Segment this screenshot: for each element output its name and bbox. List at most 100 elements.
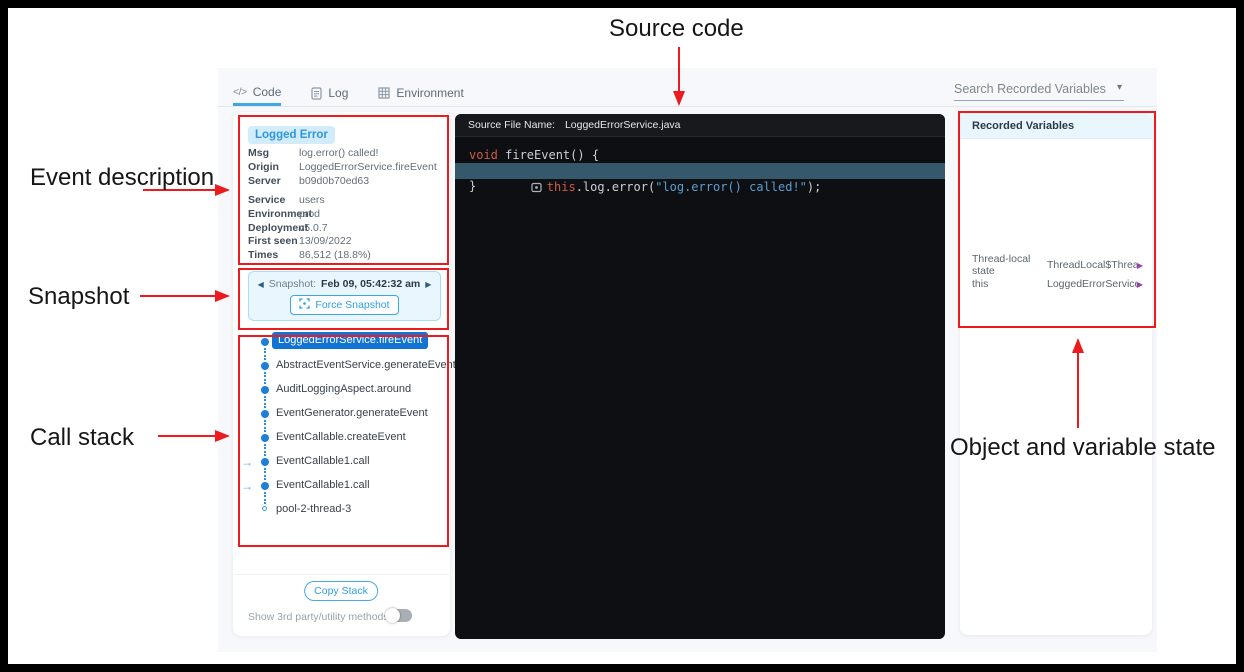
event-row-value: 13/09/2022 bbox=[299, 235, 352, 247]
variable-name: this bbox=[972, 278, 1047, 290]
stack-dot-icon bbox=[261, 362, 269, 370]
variable-type: ThreadLocal$ThreadL... bbox=[1047, 259, 1137, 271]
recorded-variables-panel: Recorded Variables Thread-local state Th… bbox=[960, 114, 1152, 635]
code-line-2-highlighted[interactable]: this.log.error("log.error() called!"); bbox=[455, 163, 945, 179]
snapshot-timestamp: Feb 09, 05:42:32 am bbox=[321, 278, 420, 290]
thread-dot-icon bbox=[262, 506, 267, 511]
stack-frame-label: EventCallable1.call bbox=[276, 455, 370, 467]
tab-code[interactable]: </> Code bbox=[233, 80, 281, 106]
variable-row-thread-local[interactable]: Thread-local state ThreadLocal$ThreadL..… bbox=[960, 256, 1152, 274]
grid-icon bbox=[378, 87, 390, 99]
stack-frame-label: EventGenerator.generateEvent bbox=[276, 407, 428, 419]
event-service-rows: Service users Environment prod Deploymen… bbox=[248, 193, 443, 235]
event-row-value: LoggedErrorService.fireEvent bbox=[299, 161, 437, 173]
force-snapshot-icon bbox=[299, 298, 310, 312]
source-code-area: void fireEvent() { this.log.error("log.e… bbox=[455, 137, 945, 194]
event-row-label: Origin bbox=[248, 161, 299, 173]
annotation-source-code: Source code bbox=[609, 13, 744, 45]
event-stats-rows: First seen 13/09/2022 Times 86,512 (18.8… bbox=[248, 234, 443, 262]
code-icon: </> bbox=[233, 86, 247, 98]
stack-frame-label: EventCallable1.call bbox=[276, 479, 370, 491]
variable-name: Thread-local state bbox=[972, 253, 1047, 277]
variable-row-this[interactable]: this LoggedErrorService ▶ bbox=[960, 275, 1152, 293]
stack-frame[interactable]: AbstractEventService.generateEvent bbox=[240, 358, 446, 375]
annotation-event-description: Event description bbox=[30, 162, 230, 194]
annotation-snapshot: Snapshot bbox=[28, 281, 129, 313]
next-snapshot-icon[interactable]: ▶ bbox=[425, 280, 431, 289]
event-row-value: prod bbox=[299, 208, 320, 220]
stack-frame-label: EventCallable.createEvent bbox=[276, 431, 406, 443]
toggle-knob bbox=[385, 608, 400, 623]
tab-log[interactable]: Log bbox=[311, 80, 348, 106]
stack-frame-thread[interactable]: pool-2-thread-3 bbox=[240, 502, 446, 519]
event-type-badge: Logged Error bbox=[248, 126, 335, 144]
stack-frame[interactable]: AuditLoggingAspect.around bbox=[240, 382, 446, 399]
tab-log-label: Log bbox=[328, 86, 348, 100]
event-row-times: Times 86,512 (18.8%) bbox=[248, 248, 443, 262]
snapshot-nav-line: ◀ Snapshot: Feb 09, 05:42:32 am ▶ bbox=[249, 278, 440, 290]
expand-arrow-icon[interactable]: ▶ bbox=[1137, 261, 1143, 270]
snapshot-gutter-icon[interactable] bbox=[459, 165, 542, 213]
event-row-first-seen: First seen 13/09/2022 bbox=[248, 234, 443, 248]
copy-stack-button[interactable]: Copy Stack bbox=[304, 581, 378, 601]
event-row-value: 86,512 (18.8%) bbox=[299, 249, 371, 261]
panel-divider bbox=[234, 574, 449, 575]
event-row-value: log.error() called! bbox=[299, 147, 378, 159]
stack-frame-label: AbstractEventService.generateEvent bbox=[276, 359, 456, 371]
code-line-1: void fireEvent() { bbox=[455, 148, 945, 163]
event-identity-rows: Msg log.error() called! Origin LoggedErr… bbox=[248, 146, 443, 188]
event-row-environment: Environment prod bbox=[248, 207, 443, 221]
event-row-label: Server bbox=[248, 175, 299, 187]
stack-frame-label: LoggedErrorService.fireEvent bbox=[272, 332, 428, 349]
show-3rd-party-label: Show 3rd party/utility methods bbox=[248, 611, 389, 623]
stack-dot-icon bbox=[261, 338, 269, 346]
event-row-label: Service bbox=[248, 194, 299, 206]
event-row-label: Msg bbox=[248, 147, 299, 159]
prev-snapshot-icon[interactable]: ◀ bbox=[258, 280, 264, 289]
stack-dot-icon bbox=[261, 410, 269, 418]
tab-environment-label: Environment bbox=[396, 86, 463, 100]
stack-frame[interactable]: EventGenerator.generateEvent bbox=[240, 406, 446, 423]
force-snapshot-label: Force Snapshot bbox=[315, 299, 389, 311]
search-recorded-variables-select[interactable]: Search Recorded Variables ▾ bbox=[954, 82, 1124, 101]
event-row-label: Environment bbox=[248, 208, 299, 220]
event-row-msg: Msg log.error() called! bbox=[248, 146, 443, 160]
show-3rd-party-toggle[interactable] bbox=[386, 609, 412, 622]
expand-arrow-icon[interactable]: ▶ bbox=[1137, 280, 1143, 289]
stack-dot-icon bbox=[261, 458, 269, 466]
event-row-label: First seen bbox=[248, 235, 299, 247]
force-snapshot-button[interactable]: Force Snapshot bbox=[290, 295, 398, 315]
stack-dot-icon bbox=[261, 434, 269, 442]
stack-frame[interactable]: → EventCallable1.call bbox=[240, 454, 446, 471]
variable-type: LoggedErrorService bbox=[1047, 278, 1137, 290]
event-row-label: Times bbox=[248, 249, 299, 261]
event-row-value: users bbox=[299, 194, 325, 206]
code-editor: Source File Name: LoggedErrorService.jav… bbox=[455, 114, 945, 639]
stack-frame-current[interactable]: LoggedErrorService.fireEvent bbox=[240, 334, 446, 351]
document-icon bbox=[311, 87, 322, 100]
event-row-value: b09d0b70ed63 bbox=[299, 175, 369, 187]
source-file-name: LoggedErrorService.java bbox=[565, 119, 681, 131]
source-file-header: Source File Name: LoggedErrorService.jav… bbox=[455, 114, 945, 137]
event-row-deployment: Deployment v5.0.7 bbox=[248, 221, 443, 235]
chevron-down-icon: ▾ bbox=[1117, 82, 1122, 93]
annotation-call-stack: Call stack bbox=[30, 422, 134, 454]
event-row-origin: Origin LoggedErrorService.fireEvent bbox=[248, 160, 443, 174]
stack-pointer-arrow-icon: → bbox=[241, 479, 253, 493]
snapshot-label: Snapshot: bbox=[269, 278, 316, 290]
tab-environment[interactable]: Environment bbox=[378, 80, 463, 106]
search-recorded-variables-label: Search Recorded Variables bbox=[954, 82, 1106, 96]
stack-frame-label: pool-2-thread-3 bbox=[276, 503, 351, 515]
stack-pointer-arrow-icon: → bbox=[241, 455, 253, 469]
event-row-service: Service users bbox=[248, 193, 443, 207]
screenshot-frame: </> Code Log Environment Search Recorded… bbox=[0, 0, 1244, 672]
source-file-label: Source File Name: bbox=[468, 119, 555, 131]
stack-frame[interactable]: EventCallable.createEvent bbox=[240, 430, 446, 447]
event-row-label: Deployment bbox=[248, 222, 299, 234]
stack-frame-label: AuditLoggingAspect.around bbox=[276, 383, 411, 395]
stack-frame[interactable]: → EventCallable1.call bbox=[240, 478, 446, 495]
call-stack: LoggedErrorService.fireEvent AbstractEve… bbox=[240, 334, 446, 528]
tab-code-label: Code bbox=[253, 85, 282, 99]
stack-dot-icon bbox=[261, 482, 269, 490]
event-row-value: v5.0.7 bbox=[299, 222, 328, 234]
